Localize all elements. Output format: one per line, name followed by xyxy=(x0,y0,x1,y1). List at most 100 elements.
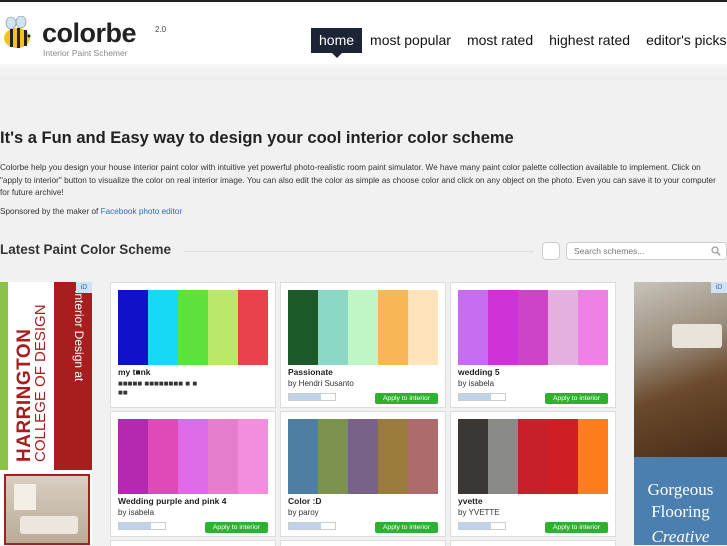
color-swatches[interactable] xyxy=(458,290,608,365)
color-swatch[interactable] xyxy=(578,419,608,494)
color-swatch[interactable] xyxy=(148,290,178,365)
color-swatches[interactable] xyxy=(118,290,268,365)
color-swatch[interactable] xyxy=(458,419,488,494)
color-swatches[interactable] xyxy=(118,419,268,494)
scheme-title[interactable]: wedding 5 xyxy=(458,367,500,377)
right-ad-line3: Creative xyxy=(651,527,710,545)
color-swatch[interactable] xyxy=(208,290,238,365)
left-ad-photo xyxy=(4,474,90,545)
ad-photo-window xyxy=(14,484,36,510)
scheme-author-line2: ■■ xyxy=(118,388,128,397)
sponsor-link[interactable]: Facebook photo editor xyxy=(101,207,182,216)
color-swatch[interactable] xyxy=(318,290,348,365)
scheme-title[interactable]: my t■nk xyxy=(118,367,151,377)
right-ad-sofa xyxy=(672,324,722,348)
color-swatch[interactable] xyxy=(458,290,488,365)
color-swatch[interactable] xyxy=(288,419,318,494)
nav-home[interactable]: home xyxy=(311,28,363,58)
section-divider xyxy=(184,251,534,252)
scheme-author: by YVETTE xyxy=(458,508,500,517)
color-swatch[interactable] xyxy=(378,290,408,365)
logo-version: 2.0 xyxy=(155,25,167,34)
color-swatch[interactable] xyxy=(178,290,208,365)
left-ad-banner[interactable]: HARRINGTON COLLEGE OF DESIGN Interior De… xyxy=(0,282,92,545)
scheme-author: ■■■■■ ■■■■■■■■ ■ ■ xyxy=(118,379,198,388)
rating-bar-fill xyxy=(119,523,152,529)
color-swatch[interactable] xyxy=(518,290,548,365)
apply-to-interior-button[interactable]: Apply to interior xyxy=(545,393,608,404)
scheme-author: by isabela xyxy=(118,508,155,517)
nav-editors-picks[interactable]: editor's picks xyxy=(638,28,727,53)
color-swatch[interactable] xyxy=(148,419,178,494)
scheme-card[interactable]: Passionate by Hendri Susanto Apply to inte… xyxy=(280,282,446,408)
apply-to-interior-button[interactable]: Apply to interior xyxy=(375,393,438,404)
rating-bar[interactable] xyxy=(288,522,336,530)
nav-most-popular[interactable]: most popular xyxy=(362,28,459,53)
bee-logo-icon[interactable] xyxy=(2,16,34,52)
logo-tagline: Interior Paint Schemer xyxy=(43,48,128,58)
page-headline: It's a Fun and Easy way to design your c… xyxy=(0,129,514,147)
logo-wordmark[interactable]: colorbe xyxy=(42,18,137,49)
rating-bar[interactable] xyxy=(118,522,166,530)
view-toggle-button[interactable] xyxy=(542,242,560,260)
color-swatch[interactable] xyxy=(348,290,378,365)
color-swatches[interactable] xyxy=(288,290,438,365)
apply-to-interior-button[interactable]: Apply to interior xyxy=(375,522,438,533)
color-swatch[interactable] xyxy=(378,419,408,494)
scheme-author: by Hendri Susanto xyxy=(288,379,354,388)
color-swatch[interactable] xyxy=(318,419,348,494)
apply-to-interior-button[interactable]: Apply to interior xyxy=(545,522,608,533)
scheme-title[interactable]: Wedding purple and pink 4 xyxy=(118,496,226,506)
header-shadow-band xyxy=(0,64,727,80)
rating-bar-fill xyxy=(289,523,322,529)
rating-bar-fill xyxy=(459,394,492,400)
color-swatch[interactable] xyxy=(238,290,268,365)
color-swatch[interactable] xyxy=(548,290,578,365)
scheme-title[interactable]: yvette xyxy=(458,496,483,506)
nav-highest-rated[interactable]: highest rated xyxy=(541,28,638,53)
color-swatch[interactable] xyxy=(288,290,318,365)
nav-most-rated[interactable]: most rated xyxy=(459,28,541,53)
color-swatches[interactable] xyxy=(288,419,438,494)
color-swatch[interactable] xyxy=(488,419,518,494)
search-schemes-input[interactable] xyxy=(566,242,727,260)
ad-choices-icon[interactable]: iD xyxy=(711,282,727,293)
scheme-author: by paroy xyxy=(288,508,319,517)
rating-bar-fill xyxy=(459,523,492,529)
rating-bar[interactable] xyxy=(458,522,506,530)
color-swatch[interactable] xyxy=(578,290,608,365)
sponsor-line: Sponsored by the maker of Facebook photo… xyxy=(0,207,182,216)
scheme-card[interactable]: Wedding purple and pink 4 by isabela Apply… xyxy=(110,411,276,537)
color-swatch[interactable] xyxy=(548,419,578,494)
right-ad-line2: Flooring xyxy=(651,502,710,521)
apply-to-interior-button[interactable]: Apply to interior xyxy=(205,522,268,533)
rating-bar[interactable] xyxy=(288,393,336,401)
color-swatch[interactable] xyxy=(408,290,438,365)
color-swatch[interactable] xyxy=(488,290,518,365)
ad-photo-sofa xyxy=(20,516,78,534)
scheme-card[interactable]: wedding 5 by isabela Apply to interior xyxy=(450,282,616,408)
color-swatch[interactable] xyxy=(118,419,148,494)
color-swatch[interactable] xyxy=(208,419,238,494)
scheme-card[interactable]: Color :D by paroy Apply to interior xyxy=(280,411,446,537)
scheme-card[interactable]: my t■nk ■■■■■ ■■■■■■■■ ■ ■ ■■ xyxy=(110,282,276,408)
ad-choices-icon[interactable]: iD xyxy=(76,282,92,293)
scheme-title[interactable]: Passionate xyxy=(288,367,333,377)
color-swatch[interactable] xyxy=(178,419,208,494)
scheme-author: by isabela xyxy=(458,379,495,388)
right-ad-banner[interactable]: Gorgeous Flooring Creative iD xyxy=(634,282,727,545)
left-ad-tagline: Interior Design at xyxy=(72,290,86,382)
scheme-card[interactable]: yvette by YVETTE Apply to interior xyxy=(450,411,616,537)
rating-bar[interactable] xyxy=(458,393,506,401)
color-swatch[interactable] xyxy=(518,419,548,494)
color-swatch[interactable] xyxy=(408,419,438,494)
main-nav: home most popular most rated highest rat… xyxy=(311,28,727,58)
search-icon[interactable] xyxy=(711,246,721,256)
scheme-card-partial xyxy=(450,540,616,546)
scheme-title[interactable]: Color :D xyxy=(288,496,322,506)
color-swatch[interactable] xyxy=(348,419,378,494)
color-swatch[interactable] xyxy=(238,419,268,494)
site-header: colorbe 2.0 Interior Paint Schemer home … xyxy=(0,2,727,64)
color-swatches[interactable] xyxy=(458,419,608,494)
color-swatch[interactable] xyxy=(118,290,148,365)
